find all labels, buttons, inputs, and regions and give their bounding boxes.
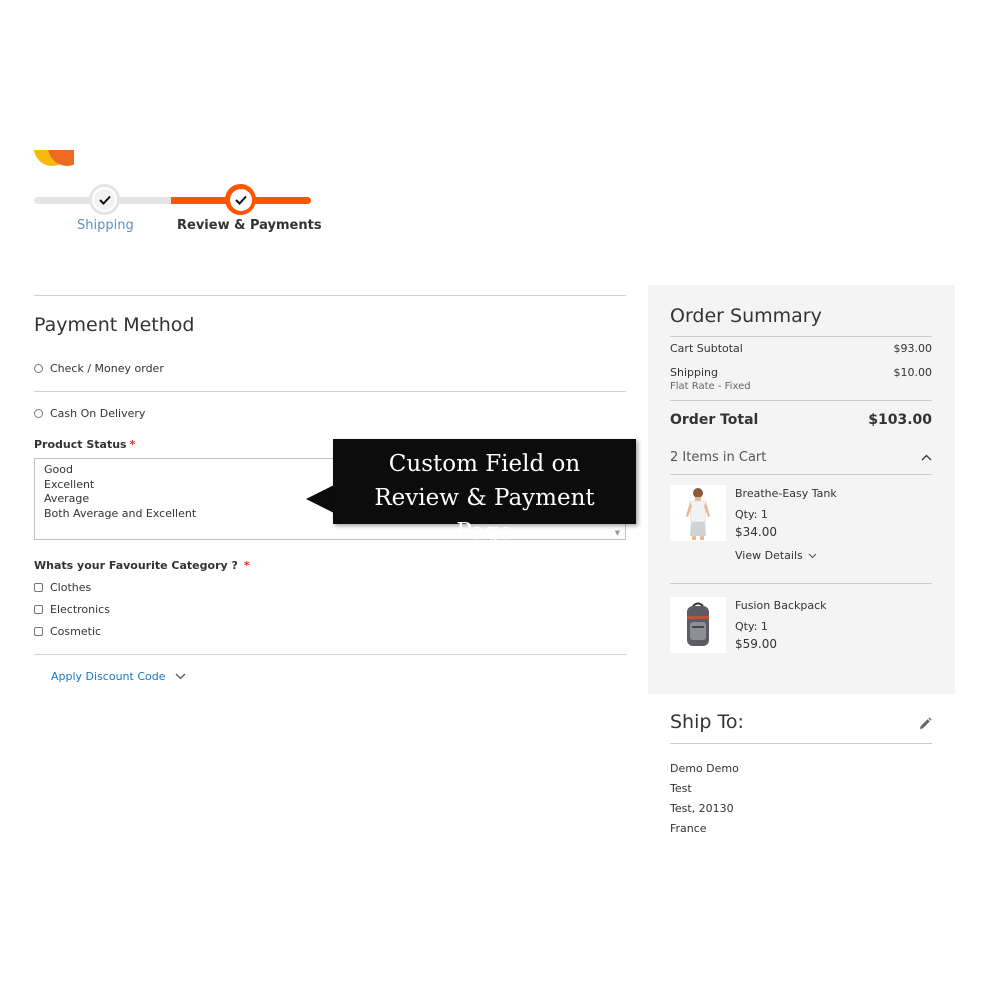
address-line: Test	[670, 782, 692, 795]
divider	[34, 654, 626, 655]
view-details-toggle[interactable]: View Details	[735, 549, 817, 562]
checkbox-clothes[interactable]	[34, 583, 43, 592]
cart-item: Breathe-Easy Tank Qty: 1 $34.00 View Det…	[670, 485, 932, 562]
divider	[670, 336, 932, 337]
product-status-label: Product Status *	[34, 438, 136, 451]
item-qty: Qty: 1	[735, 508, 768, 521]
divider	[670, 743, 932, 744]
checkout-progress: Shipping Review & Payments	[34, 184, 322, 244]
item-price: $34.00	[735, 525, 777, 539]
order-total-row: Order Total $103.00	[670, 412, 932, 428]
divider	[670, 400, 932, 401]
category-option-clothes[interactable]: Clothes	[34, 581, 91, 594]
payment-method-title: Payment Method	[34, 314, 195, 336]
apply-discount-toggle[interactable]: Apply Discount Code	[51, 670, 186, 683]
favourite-category-label: Whats your Favourite Category ? *	[34, 559, 250, 572]
payment-option-label: Check / Money order	[50, 362, 164, 375]
custom-field-callout: Custom Field on Review & Payment Page	[333, 439, 636, 545]
category-option-cosmetic[interactable]: Cosmetic	[34, 625, 101, 638]
category-option-electronics[interactable]: Electronics	[34, 603, 110, 616]
address-line: France	[670, 822, 707, 835]
scroll-down-arrow-icon[interactable]: ▼	[613, 528, 622, 537]
step-review-indicator	[225, 184, 256, 215]
divider	[34, 391, 626, 392]
radio-cash-on-delivery[interactable]	[34, 409, 43, 418]
product-image-backpack	[670, 597, 726, 653]
item-name: Breathe-Easy Tank	[735, 487, 837, 500]
checkmark-icon	[98, 195, 111, 205]
order-summary-title: Order Summary	[670, 305, 822, 327]
divider	[670, 474, 932, 475]
cart-item: Fusion Backpack Qty: 1 $59.00	[670, 597, 932, 657]
ship-to-title: Ship To:	[670, 711, 744, 733]
payment-option-check[interactable]: Check / Money order	[34, 362, 164, 375]
product-image-tank	[670, 485, 726, 541]
divider	[670, 583, 932, 584]
item-name: Fusion Backpack	[735, 599, 827, 612]
checkmark-icon	[234, 195, 247, 205]
checkbox-cosmetic[interactable]	[34, 627, 43, 636]
chevron-down-icon	[808, 553, 817, 559]
item-qty: Qty: 1	[735, 620, 768, 633]
address-line: Demo Demo	[670, 762, 739, 775]
payment-option-label: Cash On Delivery	[50, 407, 146, 420]
order-summary: Order Summary Cart Subtotal $93.00 Shipp…	[648, 285, 955, 694]
address-line: Test, 20130	[670, 802, 734, 815]
tooltip-arrow	[306, 485, 334, 513]
step-shipping-label[interactable]: Shipping	[77, 218, 134, 233]
divider	[34, 295, 626, 296]
payment-option-cod[interactable]: Cash On Delivery	[34, 407, 145, 420]
checkbox-electronics[interactable]	[34, 605, 43, 614]
cart-subtotal-row: Cart Subtotal $93.00	[670, 342, 932, 355]
store-logo[interactable]	[34, 150, 74, 166]
shipping-row: Shipping $10.00	[670, 366, 932, 379]
step-review-label: Review & Payments	[177, 218, 322, 233]
step-shipping-indicator[interactable]	[89, 184, 120, 215]
chevron-down-icon	[175, 673, 186, 680]
shipping-method-text: Flat Rate - Fixed	[670, 381, 751, 392]
items-in-cart-toggle[interactable]: 2 Items in Cart	[670, 450, 932, 465]
pencil-icon[interactable]	[918, 716, 932, 730]
item-price: $59.00	[735, 637, 777, 651]
radio-check-money-order[interactable]	[34, 364, 43, 373]
chevron-up-icon	[921, 450, 932, 465]
